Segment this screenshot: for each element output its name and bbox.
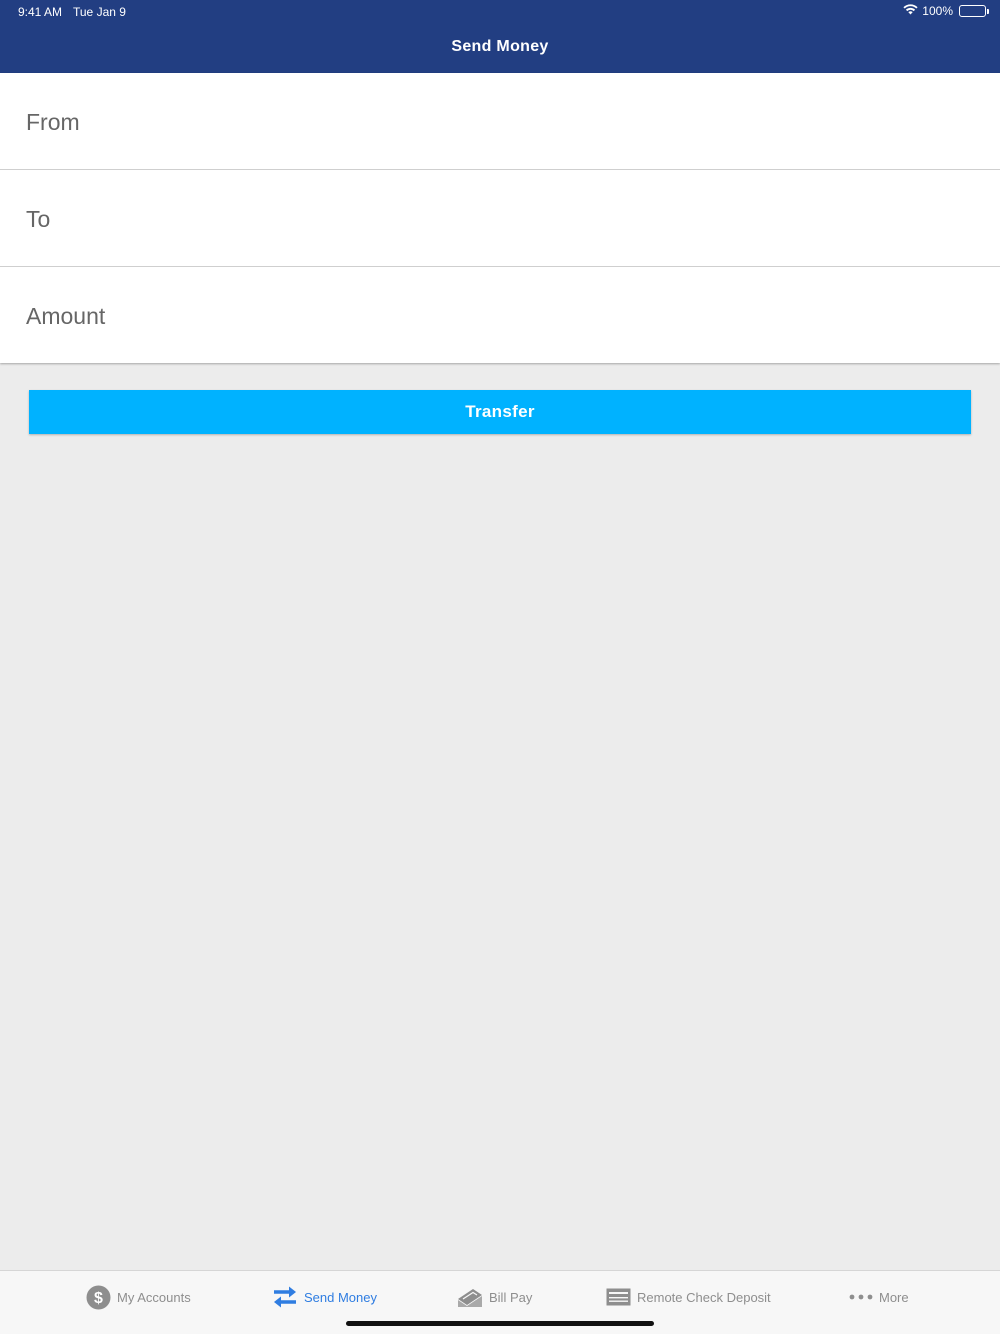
status-date: Tue Jan 9 [73, 5, 126, 19]
status-bar: 9:41 AM Tue Jan 9 100% [0, 0, 1000, 24]
amount-field[interactable]: Amount [0, 267, 1000, 363]
bill-pay-icon [457, 1285, 483, 1309]
from-field[interactable]: From [0, 73, 1000, 170]
amount-label: Amount [26, 303, 106, 329]
battery-percent: 100% [922, 4, 953, 18]
tab-remote-check-deposit[interactable]: Remote Check Deposit [606, 1283, 771, 1311]
dollar-circle-icon: $ [86, 1285, 111, 1310]
battery-icon [959, 5, 989, 17]
svg-text:$: $ [94, 1290, 103, 1307]
from-input[interactable] [160, 103, 974, 139]
from-label: From [26, 109, 80, 135]
tab-label: Bill Pay [489, 1289, 533, 1305]
amount-input[interactable] [160, 297, 974, 333]
send-money-form: From To Amount [0, 73, 1000, 363]
status-time: 9:41 AM [18, 5, 63, 19]
to-input[interactable] [160, 200, 974, 236]
tab-label: My Accounts [117, 1289, 191, 1305]
transfer-arrows-icon [272, 1285, 298, 1309]
tab-label: Send Money [304, 1289, 377, 1305]
transfer-button[interactable]: Transfer [29, 390, 971, 434]
app-header: 9:41 AM Tue Jan 9 100% Send Money [0, 0, 1000, 73]
tab-label: More [879, 1289, 909, 1305]
check-icon [606, 1288, 631, 1306]
status-right: 100% [903, 4, 989, 18]
to-field[interactable]: To [0, 170, 1000, 267]
tab-bill-pay[interactable]: Bill Pay [457, 1283, 532, 1311]
tab-send-money[interactable]: Send Money [272, 1283, 377, 1311]
page-title: Send Money [451, 38, 549, 55]
wifi-icon [903, 4, 918, 18]
home-indicator [346, 1321, 654, 1326]
tab-label: Remote Check Deposit [637, 1289, 771, 1305]
tab-more[interactable]: More [849, 1283, 909, 1311]
more-dots-icon [849, 1293, 873, 1301]
tab-my-accounts[interactable]: $ My Accounts [86, 1283, 191, 1311]
to-label: To [26, 206, 51, 232]
